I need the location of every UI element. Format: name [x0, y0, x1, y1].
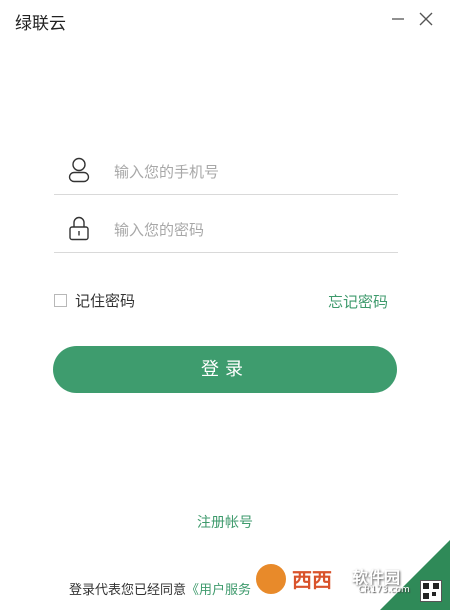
- password-input[interactable]: [112, 216, 386, 244]
- app-title: 绿联云: [15, 14, 66, 34]
- remember-password-option[interactable]: 记住密码: [54, 290, 135, 310]
- login-button[interactable]: 登录: [53, 346, 397, 393]
- watermark-brand: 西西: [292, 568, 332, 592]
- minimize-button[interactable]: [388, 8, 408, 30]
- title-bar: 绿联云: [0, 0, 450, 40]
- register-link-text[interactable]: 注册帐号: [197, 515, 253, 531]
- close-icon: [419, 12, 433, 26]
- remember-password-label: 记住密码: [75, 291, 136, 310]
- watermark-logo-icon: [254, 562, 288, 596]
- watermark: 西西 软件园 CR173.com: [240, 540, 450, 610]
- password-field: [54, 206, 398, 253]
- minimize-icon: [392, 18, 404, 20]
- qr-code-icon: [420, 580, 442, 602]
- agreement-text: 登录代表您已经同意《用户服务: [69, 579, 251, 598]
- user-icon: [68, 157, 90, 183]
- phone-field: [54, 148, 398, 195]
- remember-password-checkbox[interactable]: [54, 293, 67, 307]
- forgot-password-link[interactable]: 忘记密码: [328, 291, 388, 312]
- register-link: 注册帐号: [0, 512, 450, 532]
- lock-icon: [69, 216, 89, 241]
- watermark-site: CR173.com: [358, 585, 410, 595]
- agreement-prefix: 登录代表您已经同意: [69, 583, 187, 598]
- close-button[interactable]: [416, 8, 436, 30]
- phone-input[interactable]: [112, 158, 386, 186]
